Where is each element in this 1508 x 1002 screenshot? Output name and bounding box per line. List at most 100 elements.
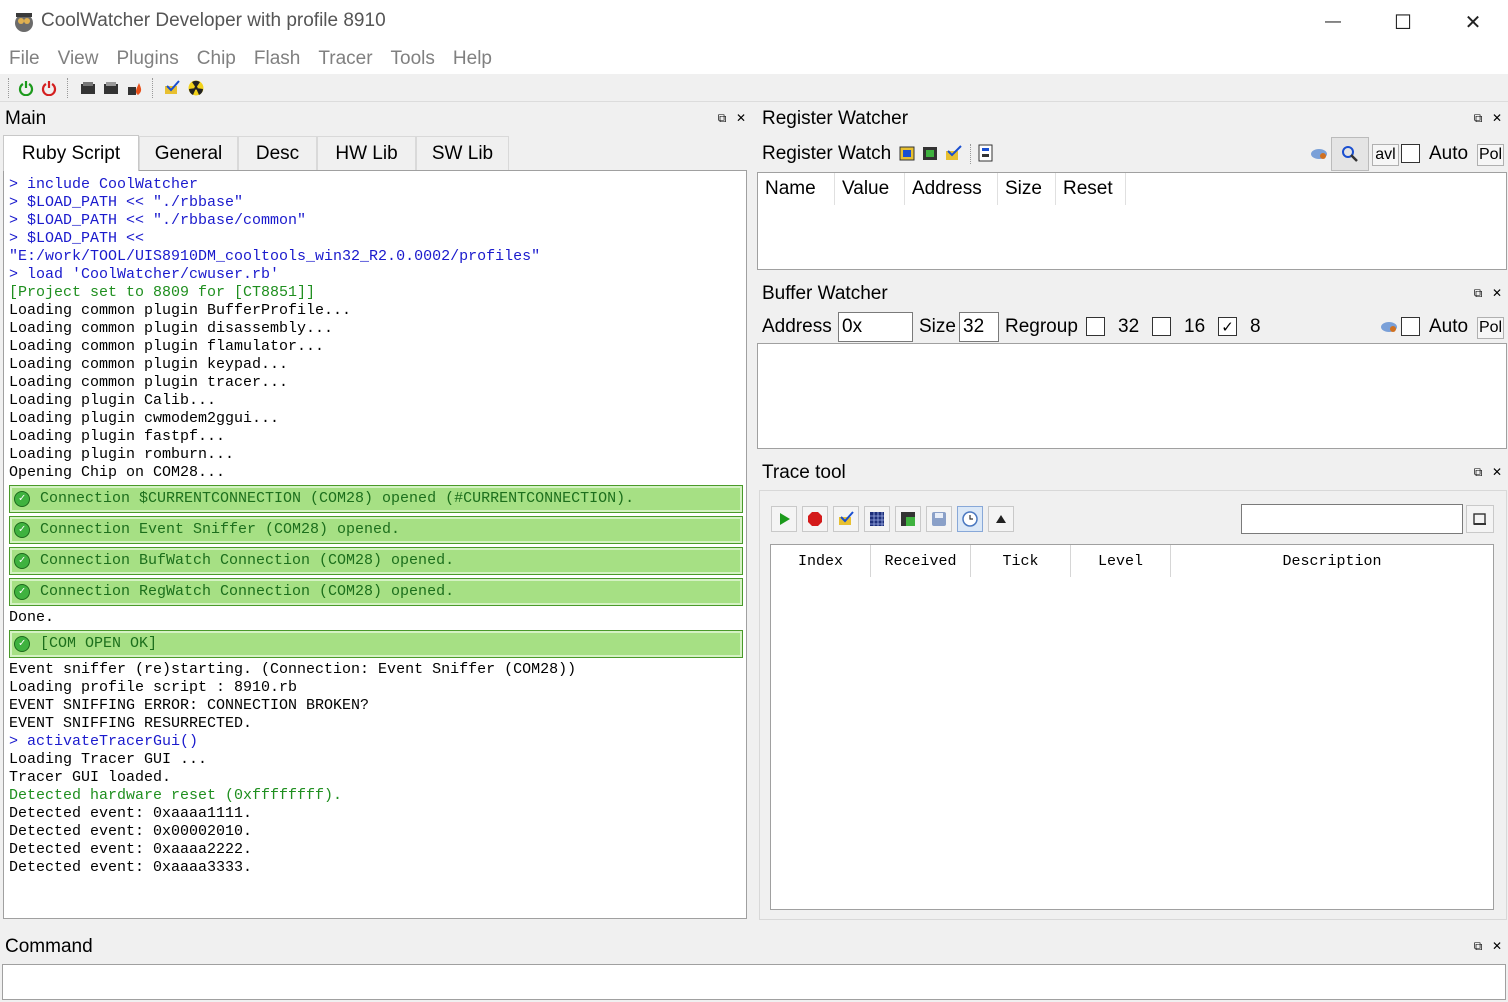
register-watcher-header: Register Watcher (757, 103, 1507, 135)
buffer-refresh-icon[interactable] (1380, 319, 1398, 335)
ok-check-icon: ✓ (14, 553, 30, 569)
register-refresh-icon[interactable] (1310, 146, 1328, 162)
register-watcher-close-icon[interactable]: ✕ (1491, 111, 1503, 125)
tab-desc[interactable]: Desc (238, 136, 317, 170)
tab-hw-lib[interactable]: HW Lib (317, 136, 416, 170)
filter-grid-icon (901, 512, 915, 526)
register-column-size[interactable]: Size (998, 173, 1056, 205)
console-output-line: Loading profile script : 8910.rb (9, 679, 298, 696)
register-column-address[interactable]: Address (905, 173, 998, 205)
ok-check-icon: ✓ (14, 522, 30, 538)
main-float-icon[interactable]: ⧉ (716, 111, 728, 125)
buffer-auto-label: Auto (1429, 316, 1469, 337)
trace-filter-button[interactable] (895, 506, 921, 532)
console-output-line: Loading plugin Calib... (9, 392, 217, 409)
buffer-address-input[interactable]: 0x (838, 312, 913, 342)
console-output-line: Loading plugin cwmodem2ggui... (9, 410, 280, 427)
menu-help[interactable]: Help (453, 48, 492, 70)
trace-tool-close-icon[interactable]: ✕ (1491, 465, 1503, 479)
close-window-button[interactable]: ✕ (1438, 0, 1508, 44)
trace-tool-float-icon[interactable]: ⧉ (1472, 465, 1484, 479)
trace-search-input[interactable] (1241, 504, 1463, 534)
menu-plugins[interactable]: Plugins (116, 48, 178, 70)
trace-column-tick[interactable]: Tick (971, 545, 1071, 577)
grid-icon (870, 512, 884, 526)
regroup-8-checkbox[interactable]: ✓ (1218, 317, 1237, 336)
toolbar-separator (152, 78, 153, 98)
menu-tracer[interactable]: Tracer (318, 48, 372, 70)
command-close-icon[interactable]: ✕ (1491, 939, 1503, 953)
register-grid-icon[interactable] (922, 144, 940, 162)
trace-column-level[interactable]: Level (1071, 545, 1171, 577)
regroup-32-checkbox[interactable] (1086, 317, 1105, 336)
buffer-size-input[interactable]: 32 (959, 312, 999, 342)
console-output-line: Loading common plugin disassembly... (9, 320, 334, 337)
buffer-auto-checkbox[interactable] (1401, 317, 1420, 336)
command-input[interactable] (2, 964, 1506, 1000)
trace-start-button[interactable] (771, 506, 797, 532)
menu-chip[interactable]: Chip (197, 48, 236, 70)
connection-status-text: [COM OPEN OK] (40, 635, 158, 652)
buffer-view[interactable] (757, 343, 1507, 449)
chip-check-icon[interactable] (163, 79, 181, 97)
register-pol-button[interactable]: Pol (1477, 144, 1504, 166)
tab-general[interactable]: General (139, 136, 238, 170)
register-column-value[interactable]: Value (835, 173, 905, 205)
radiation-icon[interactable] (187, 79, 205, 97)
trace-column-description[interactable]: Description (1171, 545, 1493, 577)
trace-save-button[interactable] (926, 506, 952, 532)
register-watcher-float-icon[interactable]: ⧉ (1472, 111, 1484, 125)
tab-ruby-script[interactable]: Ruby Script (3, 135, 139, 171)
menu-view[interactable]: View (58, 48, 99, 70)
register-table[interactable]: Name Value Address Size Reset (757, 172, 1507, 270)
register-column-name[interactable]: Name (758, 173, 835, 205)
register-auto-checkbox[interactable] (1401, 144, 1420, 163)
clock-icon (962, 511, 978, 527)
ruby-script-console[interactable]: > include CoolWatcher > $LOAD_PATH << "./… (3, 170, 747, 919)
regroup-16-checkbox[interactable] (1152, 317, 1171, 336)
register-search-button[interactable] (1331, 137, 1369, 171)
trace-search-button[interactable] (1466, 505, 1494, 533)
buffer-watcher-float-icon[interactable]: ⧉ (1472, 286, 1484, 300)
maximize-button[interactable]: ☐ (1368, 0, 1438, 44)
register-check-icon[interactable] (945, 144, 963, 162)
save-icon[interactable] (102, 79, 120, 97)
buffer-watcher-header: Buffer Watcher (757, 278, 1507, 310)
menu-file[interactable]: File (9, 48, 40, 70)
trace-column-received[interactable]: Received (871, 545, 971, 577)
add-register-icon[interactable] (899, 144, 917, 162)
trace-grid-button[interactable] (864, 506, 890, 532)
register-column-reset[interactable]: Reset (1056, 173, 1126, 205)
toolbar-separator (67, 78, 68, 98)
trace-stop-button[interactable] (802, 506, 828, 532)
trace-clock-button[interactable] (957, 506, 983, 532)
stop-icon (808, 512, 822, 526)
power-off-icon[interactable] (40, 79, 58, 97)
trace-column-index[interactable]: Index (771, 545, 871, 577)
minimize-button[interactable]: — (1298, 0, 1368, 44)
regroup-8-label: 8 (1250, 316, 1261, 337)
menu-tools[interactable]: Tools (391, 48, 435, 70)
power-on-icon[interactable] (17, 79, 35, 97)
command-float-icon[interactable]: ⧉ (1472, 939, 1484, 953)
register-list-icon[interactable] (977, 144, 995, 162)
console-output-line: Loading plugin romburn... (9, 446, 235, 463)
connection-status-text: Connection $CURRENTCONNECTION (COM28) op… (40, 490, 635, 507)
trace-config-button[interactable] (833, 506, 859, 532)
buffer-pol-button[interactable]: Pol (1477, 317, 1504, 339)
buffer-watcher-close-icon[interactable]: ✕ (1491, 286, 1503, 300)
flame-icon[interactable] (126, 79, 144, 97)
console-output-line: Loading Tracer GUI ... (9, 751, 208, 768)
tab-sw-lib[interactable]: SW Lib (416, 136, 509, 170)
console-output-line: EVENT SNIFFING ERROR: CONNECTION BROKEN? (9, 697, 370, 714)
trace-clear-button[interactable] (988, 506, 1014, 532)
main-close-icon[interactable]: ✕ (735, 111, 747, 125)
floppy-icon (932, 512, 946, 526)
console-command-line: > activateTracerGui() (9, 733, 199, 750)
register-avl-button[interactable]: avl (1372, 144, 1399, 166)
load-icon[interactable] (79, 79, 97, 97)
console-command-line: > load 'CoolWatcher/cwuser.rb' (9, 266, 280, 283)
trace-table[interactable]: Index Received Tick Level Description (770, 544, 1494, 910)
console-output-line: Detected event: 0x00002010. (9, 823, 253, 840)
menu-flash[interactable]: Flash (254, 48, 300, 70)
